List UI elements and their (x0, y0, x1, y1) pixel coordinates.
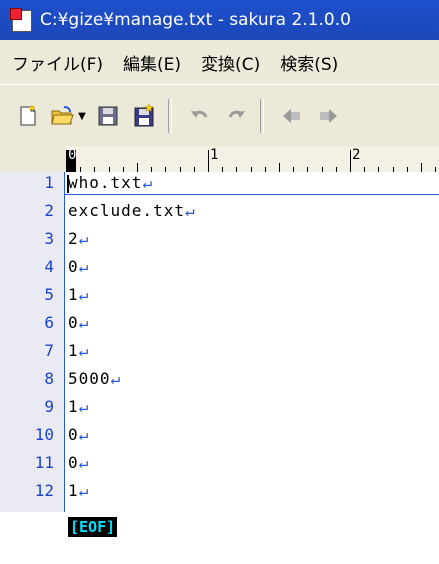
redo-icon[interactable] (222, 102, 250, 130)
save-all-icon[interactable] (130, 102, 158, 130)
menu-bar: ファイル(F) 編集(E) 変換(C) 検索(S) (0, 40, 439, 84)
toolbar: ▼ (0, 84, 439, 147)
editor-line[interactable]: 8 5000↵ (0, 368, 439, 390)
line-content: 1 (68, 397, 79, 416)
editor-line[interactable]: 11 0↵ (0, 452, 439, 474)
line-number: 3 (44, 229, 54, 248)
newline-mark-icon: ↵ (78, 313, 90, 332)
line-number: 4 (44, 257, 54, 276)
line-text[interactable]: who.txt↵ (68, 172, 153, 194)
menu-search[interactable]: 検索(S) (270, 50, 348, 75)
ruler-tick (279, 163, 280, 172)
newline-mark-icon: ↵ (78, 341, 90, 360)
line-number: 5 (44, 285, 54, 304)
ruler-label-0: 0 (68, 147, 77, 163)
new-file-icon[interactable] (14, 102, 42, 130)
newline-mark-icon: ↵ (78, 481, 90, 500)
editor-line[interactable]: 3 2↵ (0, 228, 439, 250)
line-text[interactable]: 2↵ (68, 228, 89, 250)
line-text[interactable]: exclude.txt↵ (68, 200, 196, 222)
ruler-tick (137, 163, 138, 172)
toolbar-separator (168, 99, 172, 133)
text-caret (67, 175, 69, 193)
newline-mark-icon: ↵ (78, 453, 90, 472)
save-icon[interactable] (94, 102, 122, 130)
line-number: 11 (34, 453, 54, 472)
line-content: 0 (68, 313, 79, 332)
line-number: 8 (44, 369, 54, 388)
line-content: 2 (68, 229, 79, 248)
newline-mark-icon: ↵ (78, 285, 90, 304)
open-folder-icon[interactable]: ▼ (50, 102, 86, 130)
line-text[interactable]: 0↵ (68, 424, 89, 446)
line-number: 9 (44, 397, 54, 416)
menu-file[interactable]: ファイル(F) (0, 50, 113, 75)
line-number: 7 (44, 341, 54, 360)
newline-mark-icon: ↵ (78, 425, 90, 444)
jump-forward-icon[interactable] (314, 102, 342, 130)
newline-mark-icon: ↵ (184, 201, 196, 220)
line-content: 1 (68, 285, 79, 304)
line-content: 0 (68, 453, 79, 472)
line-content: 1 (68, 341, 79, 360)
ruler-tick (350, 150, 351, 172)
line-content: 0 (68, 425, 79, 444)
window-title: C:¥gize¥manage.txt - sakura 2.1.0.0 (40, 10, 351, 30)
newline-mark-icon: ↵ (78, 397, 90, 416)
newline-mark-icon: ↵ (78, 229, 90, 248)
line-text[interactable]: 1↵ (68, 480, 89, 502)
cursor-underline (64, 194, 439, 195)
editor-line[interactable]: 12 1↵ (0, 480, 439, 502)
line-content: 5000 (68, 369, 111, 388)
line-text[interactable]: 1↵ (68, 284, 89, 306)
sakura-app-icon[interactable] (10, 8, 34, 32)
editor-line[interactable]: 1 who.txt↵ (0, 172, 439, 194)
line-content: 1 (68, 481, 79, 500)
line-number: 6 (44, 313, 54, 332)
ruler-tick (421, 163, 422, 172)
editor-line[interactable]: 9 1↵ (0, 396, 439, 418)
ruler-label-1: 1 (210, 147, 219, 163)
menu-convert[interactable]: 変換(C) (191, 50, 270, 75)
line-content: who.txt (68, 173, 143, 192)
chevron-down-icon[interactable]: ▼ (78, 111, 86, 122)
line-content: exclude.txt (68, 201, 185, 220)
line-number: 12 (34, 481, 54, 500)
line-number: 2 (44, 201, 54, 220)
editor-line[interactable]: 4 0↵ (0, 256, 439, 278)
menu-edit[interactable]: 編集(E) (113, 50, 191, 75)
ruler-label-2: 2 (352, 147, 361, 163)
newline-mark-icon: ↵ (110, 369, 122, 388)
ruler-tick (208, 150, 209, 172)
line-text[interactable]: 0↵ (68, 256, 89, 278)
column-ruler: 0 1 2 (0, 146, 439, 172)
newline-mark-icon: ↵ (78, 257, 90, 276)
editor-area[interactable]: 1 who.txt↵ 2 exclude.txt↵ 3 2↵ 4 0↵ 5 1↵ 6 0↵ 7 1↵ 8 50… (0, 172, 439, 564)
undo-icon[interactable] (186, 102, 214, 130)
newline-mark-icon: ↵ (142, 173, 154, 192)
line-text[interactable]: 1↵ (68, 396, 89, 418)
line-text[interactable]: 0↵ (68, 312, 89, 334)
eof-marker: [EOF] (68, 517, 118, 537)
line-text[interactable]: 5000↵ (68, 368, 121, 390)
line-text[interactable]: 1↵ (68, 340, 89, 362)
line-text[interactable]: 0↵ (68, 452, 89, 474)
line-number: 1 (44, 173, 54, 192)
editor-line[interactable]: 6 0↵ (0, 312, 439, 334)
jump-back-icon[interactable] (278, 102, 306, 130)
toolbar-separator (260, 99, 264, 133)
editor-line[interactable]: 2 exclude.txt↵ (0, 200, 439, 222)
editor-line[interactable]: 7 1↵ (0, 340, 439, 362)
line-number: 10 (34, 425, 54, 444)
line-content: 0 (68, 257, 79, 276)
title-bar: C:¥gize¥manage.txt - sakura 2.1.0.0 (0, 0, 439, 40)
editor-line[interactable]: 10 0↵ (0, 424, 439, 446)
editor-line[interactable]: 5 1↵ (0, 284, 439, 306)
